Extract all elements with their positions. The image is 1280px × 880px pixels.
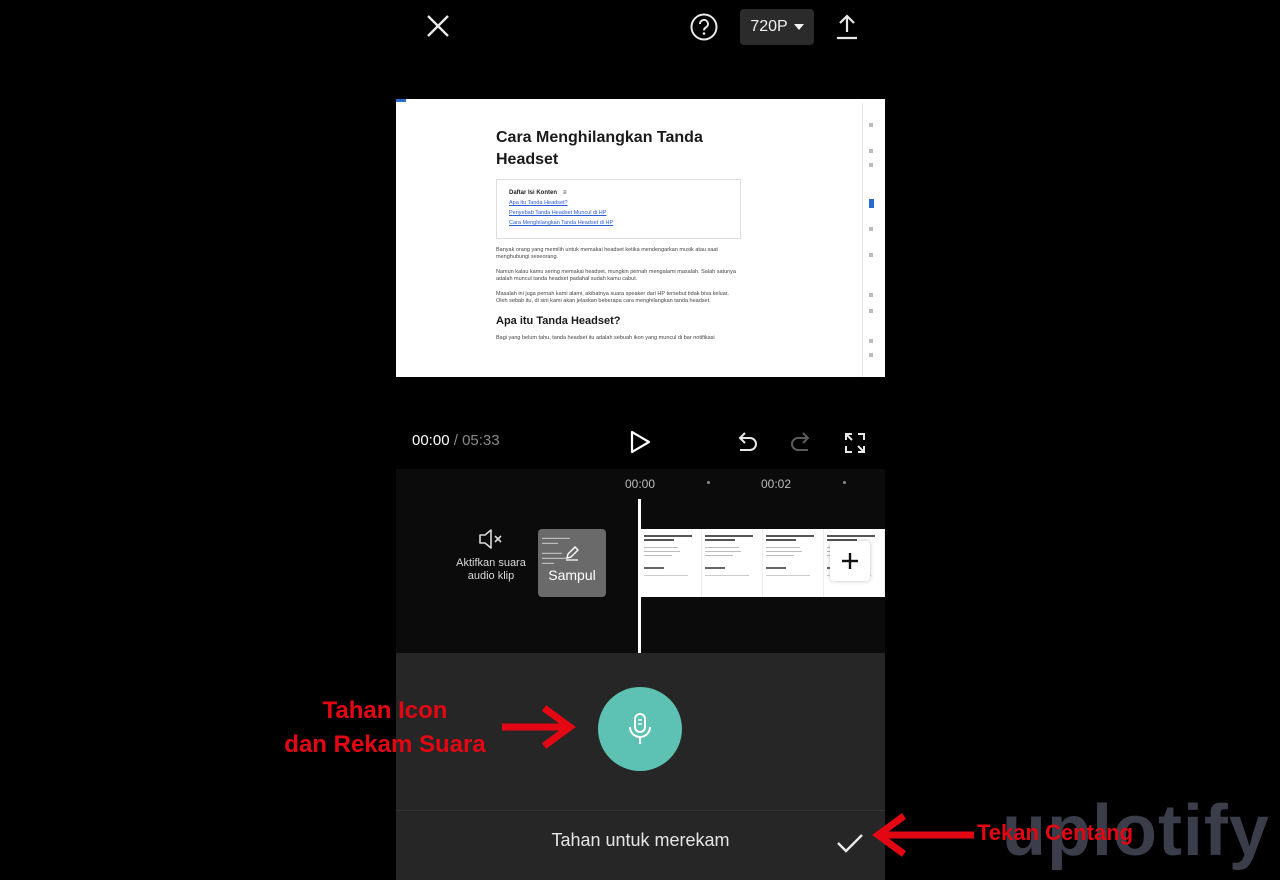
help-button[interactable]	[684, 7, 724, 47]
toc-link: Cara Menghilangkan Tanda Headset di HP	[509, 220, 614, 226]
preview-paragraph: Bagi yang belum tahu, tanda headset itu …	[496, 335, 715, 341]
play-icon	[630, 430, 651, 454]
cover-button[interactable]: ▬▬▬▬▬▬▬ ▬▬▬▬ ▬▬▬▬▬ ▬▬▬▬▬▬ ▬▬▬ Sampul	[538, 529, 606, 597]
toc-header: Daftar Isi Konten ≡	[509, 190, 728, 196]
voiceover-panel: Tahan untuk merekam	[396, 653, 885, 880]
chevron-down-icon	[793, 24, 804, 30]
fullscreen-button[interactable]	[838, 426, 872, 460]
arrow-right-icon	[502, 705, 576, 749]
clip-frame	[763, 529, 824, 597]
ruler-tick	[707, 481, 710, 484]
annotation-line: Tahan Icon	[322, 697, 448, 724]
top-bar: 720P	[0, 0, 1280, 60]
annotation-hold-record: Tahan Icon dan Rekam Suara	[270, 694, 500, 762]
mute-label: Aktifkan suara audio klip	[456, 557, 526, 582]
mute-clip-audio-toggle[interactable]: Aktifkan suara audio klip	[456, 527, 526, 583]
total-time: 05:33	[462, 432, 500, 449]
ruler-tick	[843, 481, 846, 484]
video-preview[interactable]: Cara Menghilangkan Tanda Headset Daftar …	[396, 99, 885, 377]
current-time: 00:00	[412, 432, 450, 449]
arrow-left-icon	[872, 813, 974, 857]
ruler-label: 00:00	[625, 477, 656, 491]
close-icon	[427, 15, 449, 37]
microphone-icon	[629, 713, 651, 744]
redo-icon	[791, 432, 810, 451]
time-separator: /	[449, 432, 463, 449]
fullscreen-icon	[845, 433, 865, 453]
export-button[interactable]	[827, 7, 867, 47]
cover-label: Sampul	[548, 567, 596, 583]
record-button[interactable]	[598, 687, 682, 771]
preview-title: Cara Menghilangkan Tanda Headset	[496, 129, 703, 168]
annotation-line: dan Rekam Suara	[284, 731, 486, 758]
quality-label: 720P	[750, 18, 788, 35]
confirm-button[interactable]	[830, 823, 870, 863]
preview-paragraph: Masalah ini juga pernah kami alami, akib…	[496, 291, 729, 304]
preview-sidebar	[862, 103, 879, 377]
timeline[interactable]: 00:00 00:02 Aktifkan suara audio klip ▬▬…	[396, 469, 885, 653]
table-of-contents: Daftar Isi Konten ≡ Apa itu Tanda Headse…	[496, 179, 741, 239]
ruler-label: 00:02	[761, 477, 792, 491]
preview-subheading: Apa itu Tanda Headset?	[496, 315, 621, 327]
preview-paragraph: Banyak orang yang memilih untuk memakai …	[496, 247, 718, 260]
toc-link: Penyebab Tanda Headset Muncul di HP	[509, 210, 607, 216]
pencil-icon	[566, 546, 579, 561]
clip-frame	[641, 529, 702, 597]
undo-button[interactable]	[730, 426, 764, 460]
preview-document: Cara Menghilangkan Tanda Headset Daftar …	[496, 127, 741, 342]
record-hint: Tahan untuk merekam	[551, 830, 730, 850]
checkmark-icon	[837, 834, 863, 853]
plus-icon	[842, 553, 858, 569]
upload-icon	[837, 14, 857, 40]
quality-dropdown[interactable]: 720P	[740, 9, 814, 45]
time-display: 00:00 / 05:33	[412, 432, 500, 449]
progress-marker	[396, 99, 406, 102]
annotation-press-check: Tekan Centang	[977, 820, 1134, 845]
clip-frame	[702, 529, 763, 597]
preview-paragraph: Namun kalau kamu sering memakai headset,…	[496, 269, 736, 282]
divider	[396, 810, 885, 811]
close-button[interactable]	[418, 6, 458, 46]
undo-icon	[738, 432, 757, 451]
toc-title: Daftar Isi Konten	[509, 190, 558, 196]
playhead[interactable]	[638, 499, 641, 653]
speaker-muted-icon	[479, 529, 502, 549]
help-circle-icon	[690, 13, 718, 41]
play-button[interactable]	[622, 424, 658, 460]
redo-button[interactable]	[784, 426, 818, 460]
toc-link: Apa itu Tanda Headset?	[509, 200, 568, 206]
menu-icon: ≡	[563, 190, 567, 196]
add-clip-button[interactable]	[830, 541, 870, 581]
